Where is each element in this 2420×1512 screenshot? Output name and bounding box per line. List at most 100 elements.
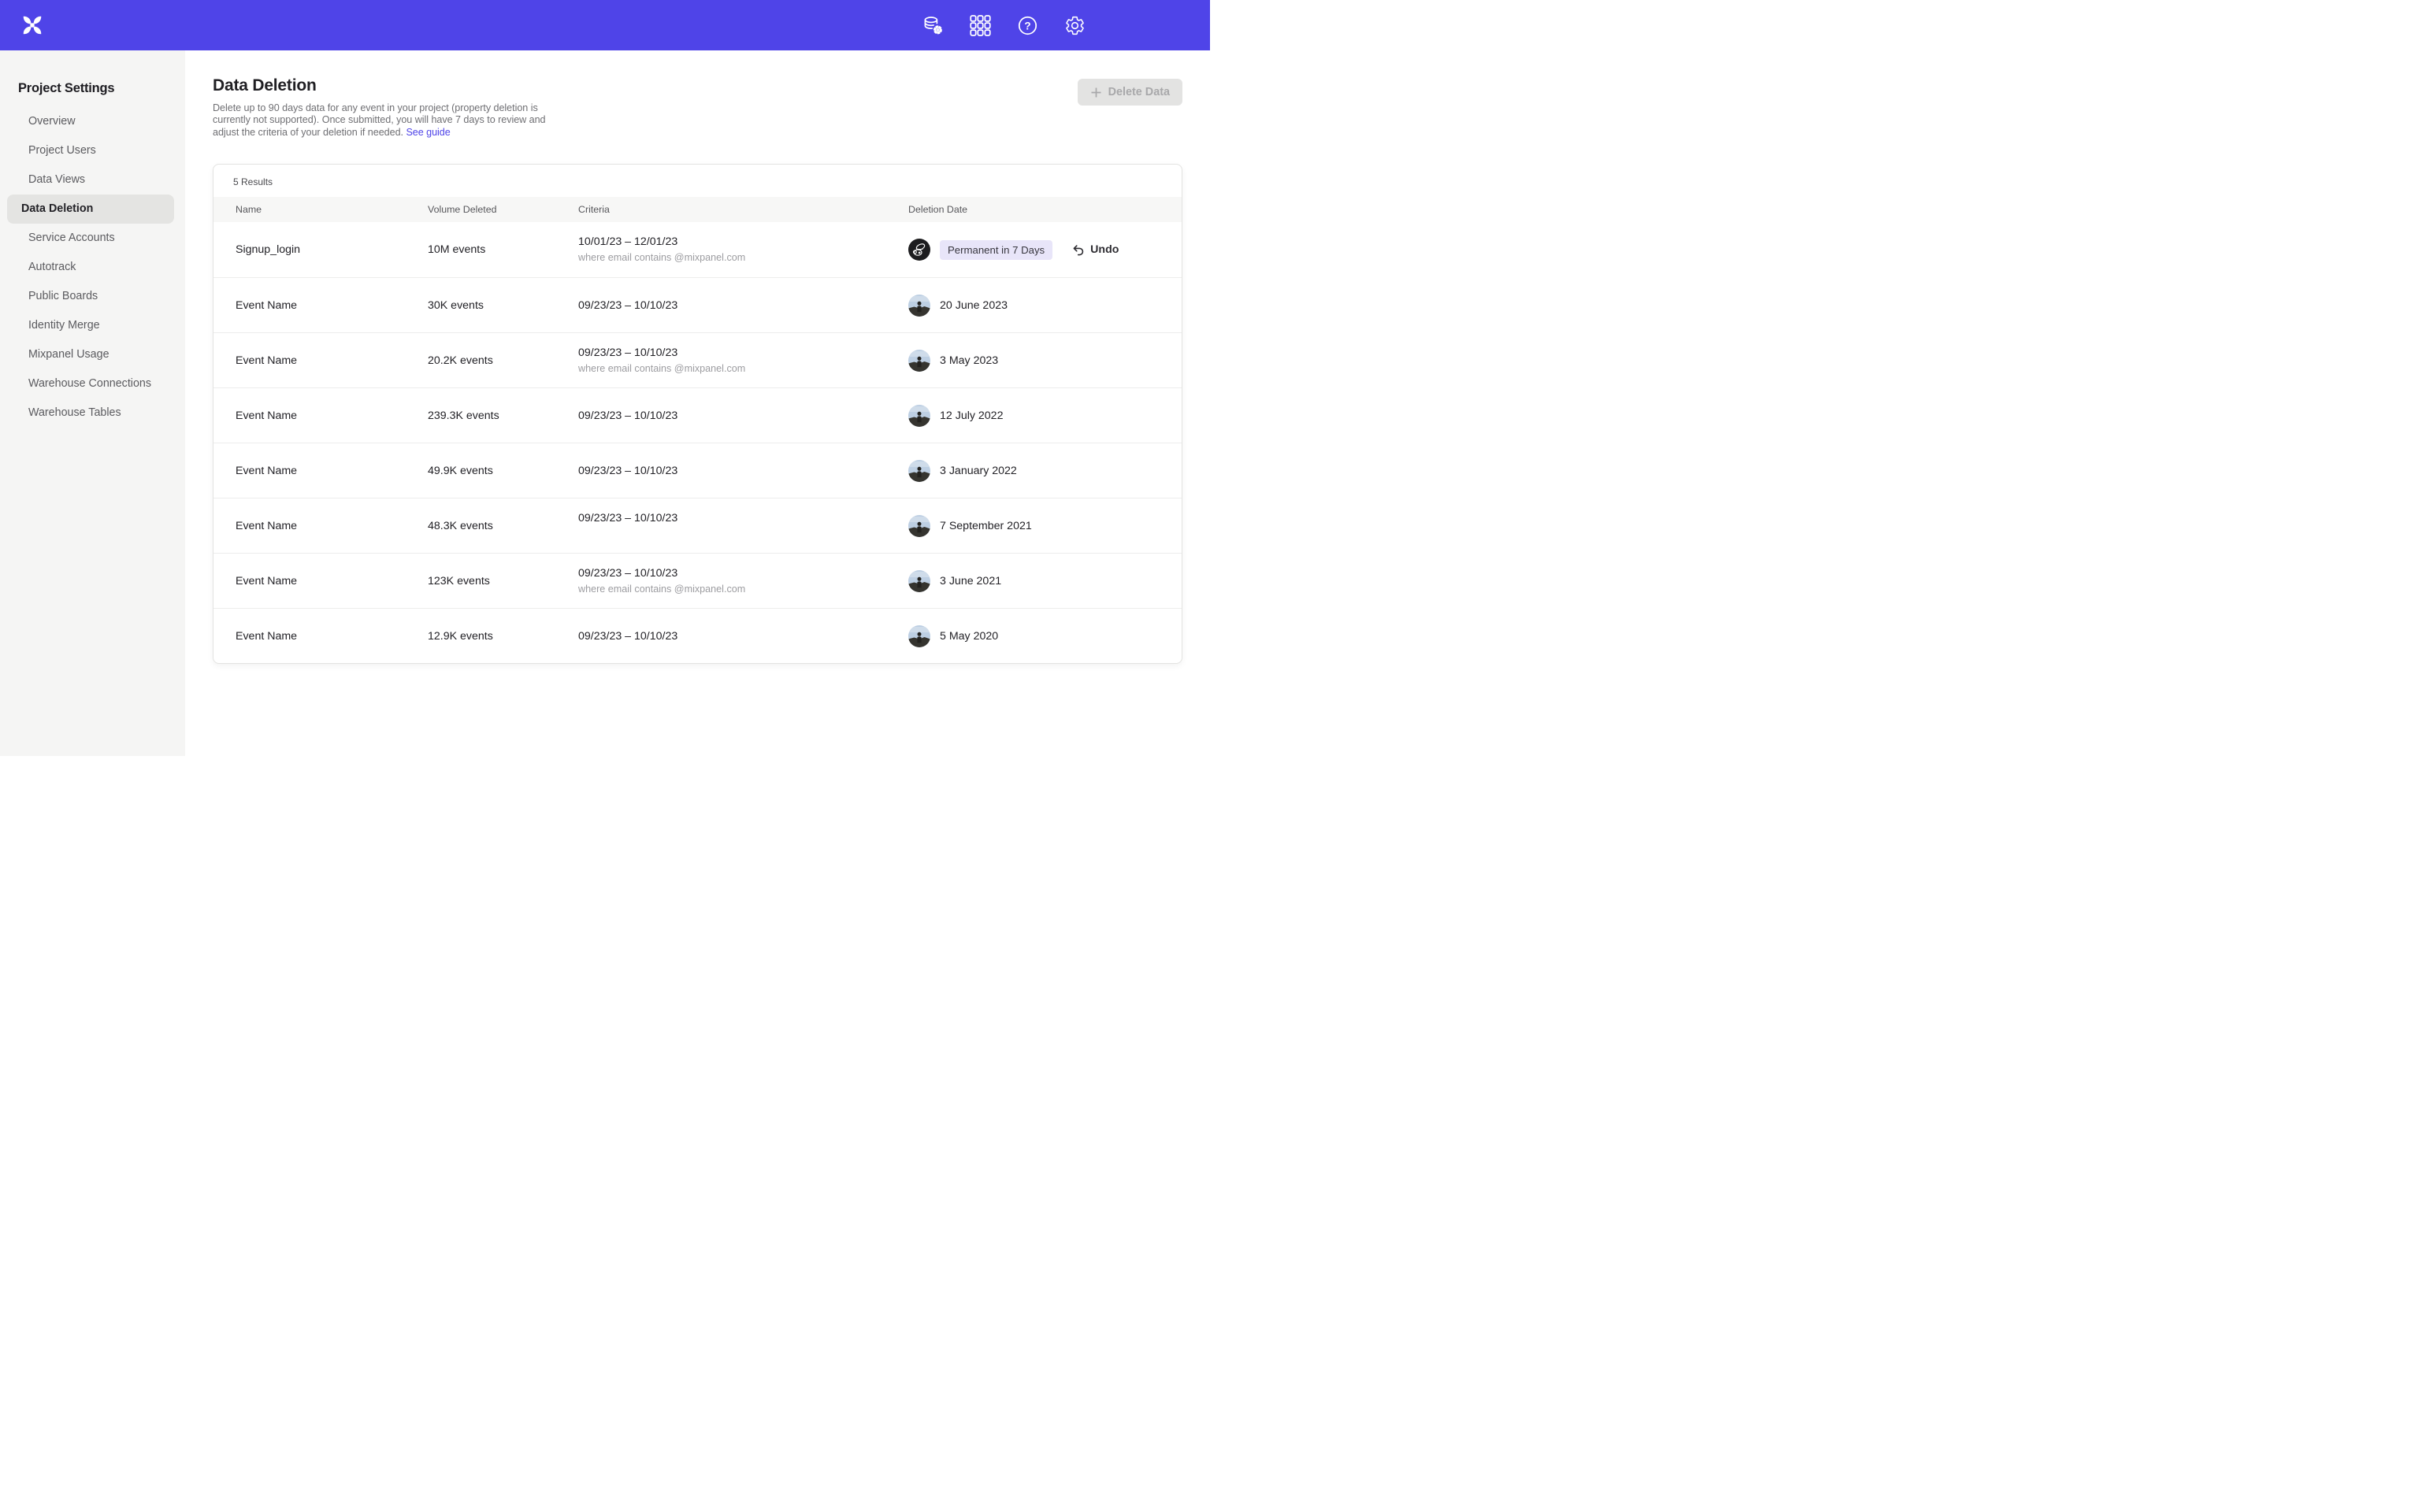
apps-grid-icon[interactable] [970, 15, 991, 36]
sidebar-item-warehouse-tables[interactable]: Warehouse Tables [7, 398, 174, 428]
deletions-table-card: 5 Results Name Volume Deleted Criteria D… [213, 164, 1182, 664]
table-header-row: Name Volume Deleted Criteria Deletion Da… [213, 197, 1182, 222]
row-event-name: Event Name [236, 630, 428, 643]
row-criteria: 09/23/23 – 10/10/23 where email contains… [578, 337, 908, 384]
row-criteria-date-range: 09/23/23 – 10/10/23 [578, 410, 900, 422]
user-avatar [908, 405, 930, 427]
photo-avatar-image [908, 515, 930, 537]
deletion-date-text: 7 September 2021 [940, 520, 1032, 532]
table-row: Signup_login 10M events 10/01/23 – 12/01… [213, 222, 1182, 277]
photo-avatar-image [908, 350, 930, 372]
deletion-date-text: 3 May 2023 [940, 354, 998, 367]
sidebar-item-project-users[interactable]: Project Users [7, 136, 174, 165]
table-row: Event Name 20.2K events 09/23/23 – 10/10… [213, 332, 1182, 387]
row-deletion-date-cell: 12 July 2022 [908, 405, 1182, 427]
settings-gear-icon[interactable] [1064, 15, 1086, 36]
row-criteria-filter: where email contains @mixpanel.com [578, 363, 900, 375]
page-title: Data Deletion [213, 76, 317, 95]
user-avatar [908, 239, 930, 261]
row-volume-deleted: 239.3K events [428, 410, 578, 422]
row-criteria: 09/23/23 – 10/10/23 [578, 400, 908, 432]
undo-icon [1071, 243, 1085, 257]
illustrated-avatar-image [908, 239, 930, 261]
topbar-icon-group: ? [922, 0, 1086, 50]
sidebar: Project Settings Overview Project Users … [0, 50, 185, 756]
row-event-name: Event Name [236, 299, 428, 312]
see-guide-link[interactable]: See guide [406, 127, 450, 138]
photo-avatar-image [908, 295, 930, 317]
sidebar-item-mixpanel-usage[interactable]: Mixpanel Usage [7, 340, 174, 369]
plus-icon [1090, 87, 1102, 98]
column-header-volume-deleted: Volume Deleted [428, 204, 578, 215]
row-criteria-date-range: 10/01/23 – 12/01/23 [578, 235, 900, 248]
help-icon[interactable]: ? [1017, 15, 1038, 36]
sidebar-items: Overview Project Users Data Views Data D… [0, 107, 185, 428]
row-criteria-date-range: 09/23/23 – 10/10/23 [578, 512, 900, 524]
sidebar-item-public-boards[interactable]: Public Boards [7, 282, 174, 311]
sidebar-item-identity-merge[interactable]: Identity Merge [7, 311, 174, 340]
row-deletion-date-cell: 20 June 2023 [908, 295, 1182, 317]
app-root: ? Project Settings Overview Project User… [0, 0, 1210, 756]
sidebar-item-warehouse-connections[interactable]: Warehouse Connections [7, 369, 174, 398]
svg-text:?: ? [1024, 20, 1030, 32]
row-criteria: 09/23/23 – 10/10/23 where email contains… [578, 558, 908, 605]
row-volume-deleted: 49.9K events [428, 465, 578, 477]
deletion-date-text: 3 January 2022 [940, 465, 1017, 477]
row-criteria-date-range: 09/23/23 – 10/10/23 [578, 567, 900, 580]
user-avatar [908, 295, 930, 317]
row-criteria-date-range: 09/23/23 – 10/10/23 [578, 465, 900, 477]
user-avatar [908, 460, 930, 482]
user-avatar [908, 570, 930, 592]
sidebar-item-data-views[interactable]: Data Views [7, 165, 174, 195]
topbar: ? [0, 0, 1210, 50]
row-event-name: Event Name [236, 520, 428, 532]
page-description-text: Delete up to 90 days data for any event … [213, 102, 546, 138]
row-deletion-date-cell: 3 June 2021 [908, 570, 1182, 592]
row-deletion-date-cell: 3 January 2022 [908, 460, 1182, 482]
deletion-date-text: 5 May 2020 [940, 630, 998, 643]
undo-button[interactable]: Undo [1071, 243, 1119, 257]
row-deletion-date-cell: 7 September 2021 [908, 515, 1182, 537]
row-volume-deleted: 12.9K events [428, 630, 578, 643]
user-avatar [908, 625, 930, 647]
sidebar-item-autotrack[interactable]: Autotrack [7, 253, 174, 282]
data-settings-icon[interactable] [922, 15, 944, 36]
row-criteria-date-range: 09/23/23 – 10/10/23 [578, 346, 900, 359]
row-criteria: 09/23/23 – 10/10/23 [578, 455, 908, 487]
row-criteria: 09/23/23 – 10/10/23 [578, 290, 908, 321]
delete-data-button[interactable]: Delete Data [1078, 79, 1182, 106]
user-avatar [908, 350, 930, 372]
table-row: Event Name 49.9K events 09/23/23 – 10/10… [213, 443, 1182, 498]
row-event-name: Event Name [236, 354, 428, 367]
row-criteria: 09/23/23 – 10/10/23 [578, 502, 908, 550]
table-row: Event Name 48.3K events 09/23/23 – 10/10… [213, 498, 1182, 553]
sidebar-item-service-accounts[interactable]: Service Accounts [7, 224, 174, 253]
table-row: Event Name 12.9K events 09/23/23 – 10/10… [213, 608, 1182, 663]
column-header-name: Name [236, 204, 428, 215]
row-event-name: Event Name [236, 575, 428, 587]
row-criteria-filter [578, 528, 900, 540]
results-count: 5 Results [213, 165, 1182, 197]
row-deletion-date-cell: Permanent in 7 Days Undo [908, 239, 1182, 261]
row-criteria-date-range: 09/23/23 – 10/10/23 [578, 299, 900, 312]
column-header-deletion-date: Deletion Date [908, 204, 1182, 215]
sidebar-item-overview[interactable]: Overview [7, 107, 174, 136]
mixpanel-logo-icon[interactable] [20, 13, 44, 37]
row-criteria-filter: where email contains @mixpanel.com [578, 252, 900, 264]
main-content: Data Deletion Delete up to 90 days data … [185, 50, 1210, 756]
undo-button-label: Undo [1090, 243, 1119, 256]
row-volume-deleted: 10M events [428, 243, 578, 256]
photo-avatar-image [908, 405, 930, 427]
page-description: Delete up to 90 days data for any event … [213, 102, 569, 139]
deletion-date-text: 12 July 2022 [940, 410, 1003, 422]
permanent-status-badge: Permanent in 7 Days [940, 240, 1052, 260]
photo-avatar-image [908, 625, 930, 647]
column-header-criteria: Criteria [578, 204, 908, 215]
sidebar-item-data-deletion[interactable]: Data Deletion [7, 195, 174, 224]
row-deletion-date-cell: 3 May 2023 [908, 350, 1182, 372]
table-row: Event Name 30K events 09/23/23 – 10/10/2… [213, 277, 1182, 332]
row-event-name: Event Name [236, 465, 428, 477]
row-deletion-date-cell: 5 May 2020 [908, 625, 1182, 647]
row-volume-deleted: 20.2K events [428, 354, 578, 367]
photo-avatar-image [908, 570, 930, 592]
